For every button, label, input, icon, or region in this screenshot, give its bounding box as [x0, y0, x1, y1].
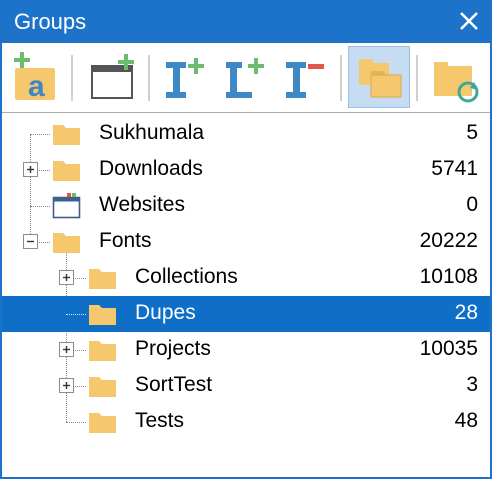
toolbar-separator: [416, 55, 418, 101]
remove-item-button[interactable]: [274, 46, 336, 108]
website-icon: [52, 192, 82, 220]
toolbar-separator: [340, 55, 342, 101]
tree-row-label: Sukhumala: [99, 121, 205, 144]
tree-row[interactable]: Projects 10035: [2, 332, 490, 368]
tree-row-count: 3: [466, 373, 478, 396]
tree-row[interactable]: Fonts 20222: [2, 224, 490, 260]
tree-row-label: SortTest: [135, 373, 213, 396]
tree-row[interactable]: Dupes 28: [2, 296, 490, 332]
folder-icon: [88, 300, 118, 328]
svg-text:a: a: [28, 70, 45, 103]
expand-toggle[interactable]: [59, 342, 74, 357]
folder-icon: [52, 228, 82, 256]
tree-row-count: 5: [466, 121, 478, 144]
new-folder-button[interactable]: [80, 46, 142, 108]
tree-row-count: 28: [454, 301, 478, 324]
tree-row-label: Downloads: [99, 157, 203, 180]
plus-icon: [63, 382, 70, 389]
insert-item-icon: [166, 58, 204, 98]
tree-row-label: Collections: [135, 265, 238, 288]
plus-icon: [27, 166, 34, 173]
tree-row-label: Dupes: [135, 301, 196, 324]
plus-icon: [63, 274, 70, 281]
group-folders-button[interactable]: [348, 46, 410, 108]
tree-row[interactable]: Downloads 5741: [2, 152, 490, 188]
minus-icon: [27, 240, 34, 243]
expand-toggle[interactable]: [59, 270, 74, 285]
plus-icon: [63, 346, 70, 353]
toolbar: a: [2, 43, 490, 113]
remove-item-icon: [286, 62, 324, 98]
tree-row-label: Websites: [99, 193, 185, 216]
tree-row-count: 20222: [419, 229, 478, 252]
tree-row-label: Fonts: [99, 229, 152, 252]
close-button[interactable]: [454, 6, 484, 36]
tree-row[interactable]: SortTest 3: [2, 368, 490, 404]
insert-level-icon: [226, 58, 264, 98]
groups-tree: Sukhumala 5 Downloads 5741 Websites 0 Fonts 202…: [2, 113, 490, 479]
add-item-button[interactable]: a: [6, 46, 68, 108]
refresh-folder-icon: [434, 62, 479, 103]
window-title: Groups: [14, 9, 87, 34]
tree-row[interactable]: Websites 0: [2, 188, 490, 224]
tree-row[interactable]: Collections 10108: [2, 260, 490, 296]
expand-toggle[interactable]: [59, 378, 74, 393]
refresh-folder-button[interactable]: [424, 46, 486, 108]
toolbar-separator: [71, 55, 73, 101]
tree-row-label: Projects: [135, 337, 211, 360]
group-folders-icon: [359, 59, 402, 98]
title-bar: Groups: [2, 0, 490, 43]
folder-icon: [52, 120, 82, 148]
tree-row-count: 5741: [431, 157, 478, 180]
folder-icon: [88, 336, 118, 364]
tree-row-count: 48: [454, 409, 478, 432]
tree-connector-line: [30, 206, 50, 207]
tree-connector-line: [30, 134, 50, 135]
insert-level-button[interactable]: [214, 46, 276, 108]
folder-icon: [88, 264, 118, 292]
tree-row[interactable]: Tests 48: [2, 404, 490, 440]
collapse-toggle[interactable]: [23, 234, 38, 249]
tree-row[interactable]: Sukhumala 5: [2, 116, 490, 152]
add-item-icon: a: [14, 52, 55, 103]
tree-row-label: Tests: [135, 409, 185, 432]
close-icon: [460, 12, 478, 30]
insert-item-button[interactable]: [154, 46, 216, 108]
tree-row-count: 0: [466, 193, 478, 216]
folder-icon: [52, 156, 82, 184]
expand-toggle[interactable]: [23, 162, 38, 177]
folder-icon: [88, 372, 118, 400]
groups-panel: Groups a Sukhumala 5 Downloads 5741 Webs…: [0, 0, 492, 479]
tree-row-count: 10108: [419, 265, 478, 288]
tree-connector-line: [66, 314, 86, 315]
new-folder-icon: [91, 54, 134, 99]
toolbar-separator: [148, 55, 150, 101]
folder-icon: [88, 408, 118, 436]
tree-row-count: 10035: [419, 337, 478, 360]
tree-connector-line: [66, 422, 86, 423]
